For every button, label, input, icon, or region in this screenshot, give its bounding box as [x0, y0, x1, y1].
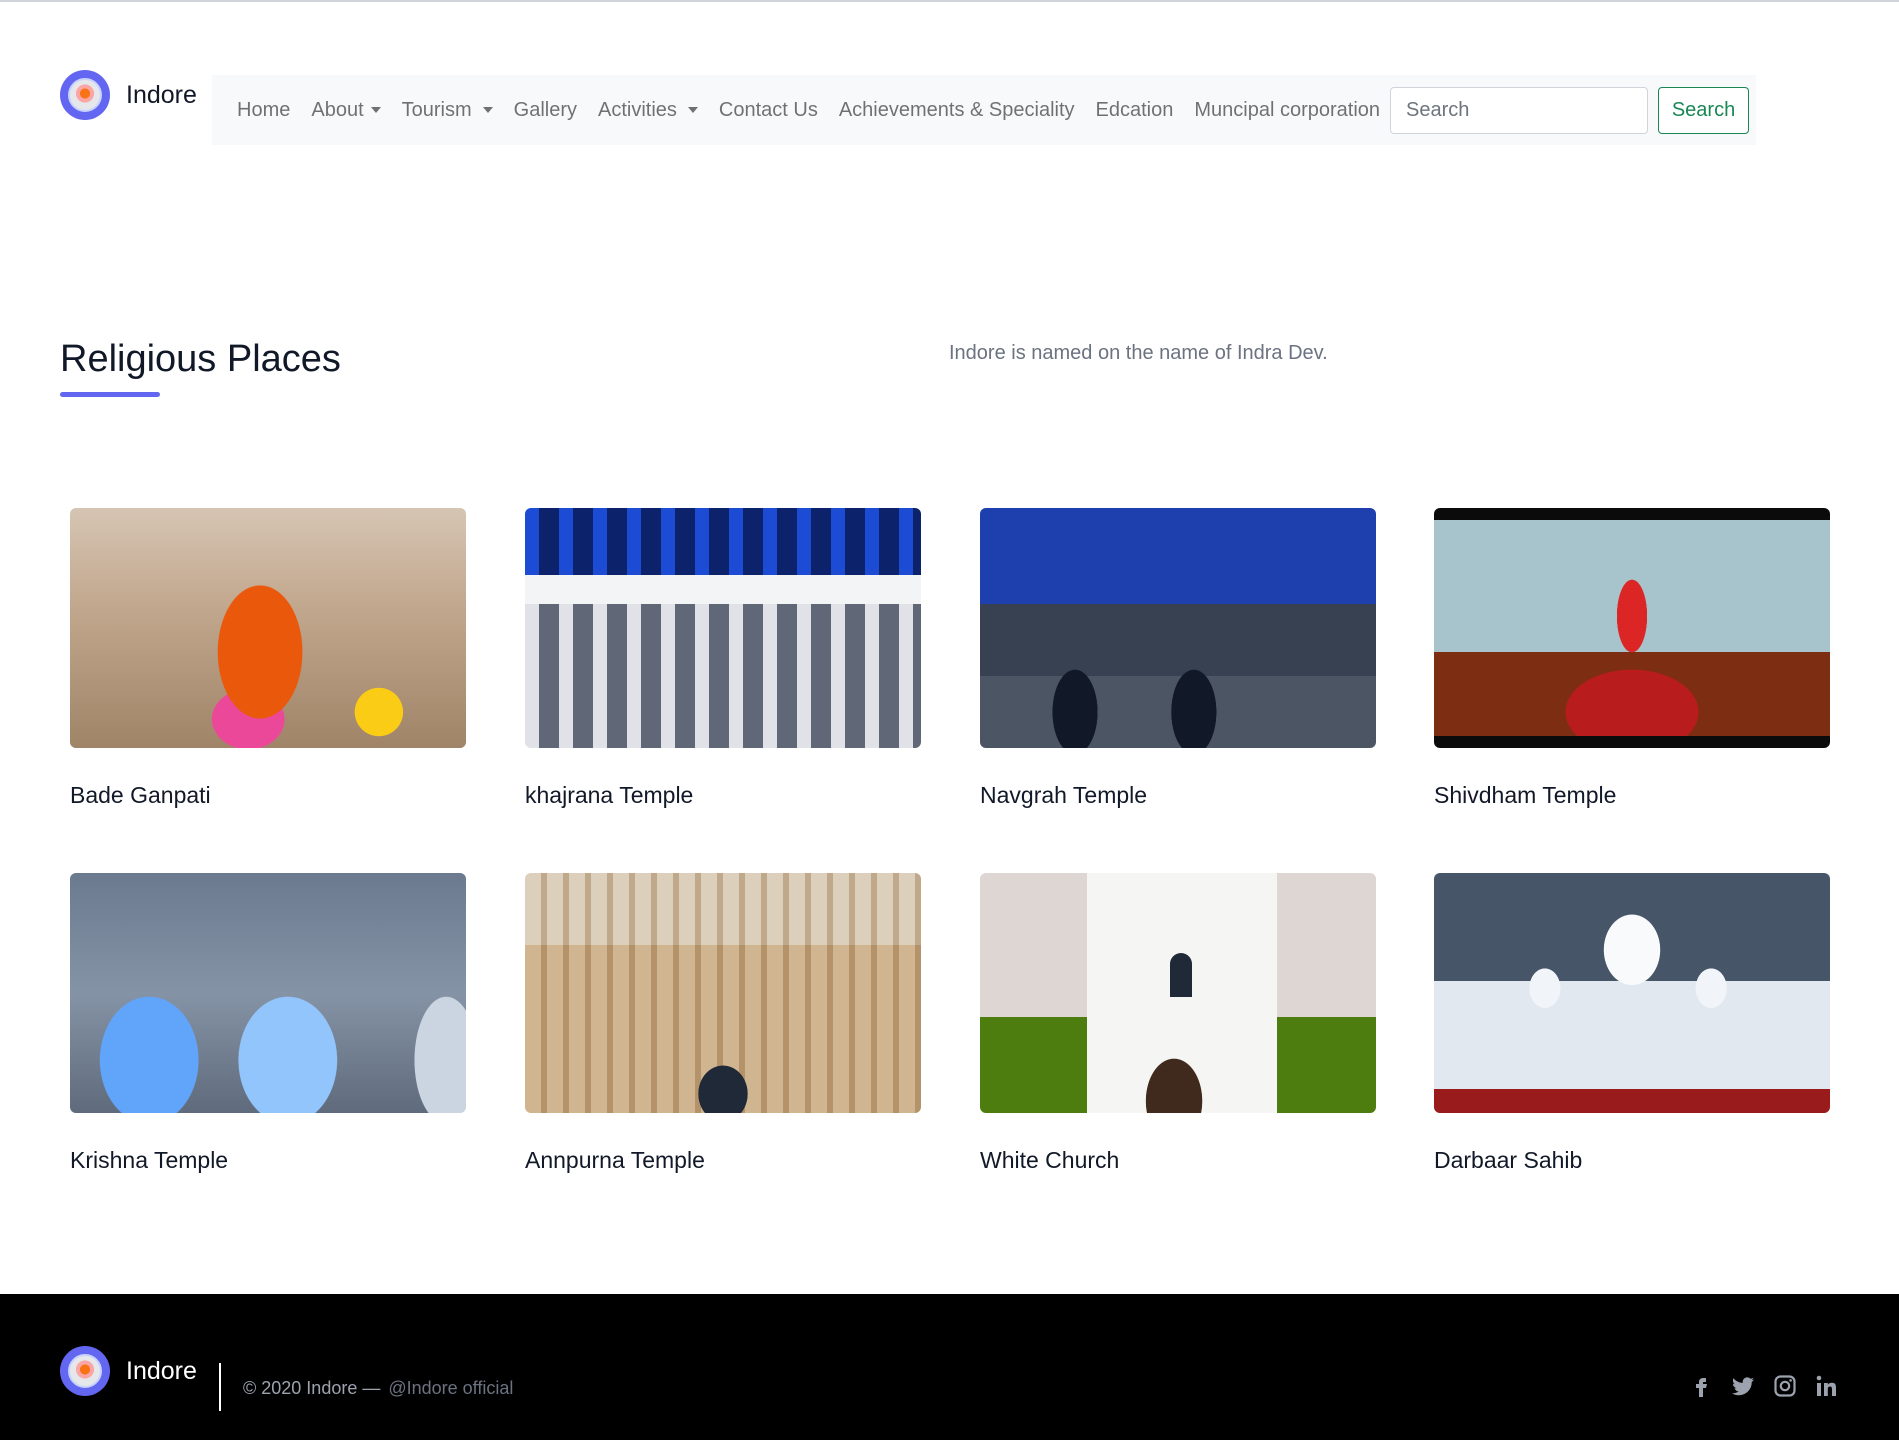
footer-divider	[219, 1363, 221, 1411]
chevron-down-icon	[370, 107, 381, 113]
place-image	[525, 873, 921, 1113]
nav-activities-label: Activities	[598, 98, 677, 121]
brand-logo-link[interactable]: Indore	[60, 70, 197, 120]
nav-tourism-label: Tourism	[401, 98, 472, 121]
copyright-text: © 2020 Indore —	[243, 1378, 381, 1398]
nav-contact-label: Contact Us	[718, 98, 818, 121]
footer: Indore © 2020 Indore — @Indore official	[0, 1294, 1899, 1440]
nav-activities-dropdown[interactable]: Activities	[598, 99, 698, 122]
nav-about-dropdown[interactable]: About	[311, 98, 381, 122]
nav-municipal-label: Muncipal corporation	[1194, 98, 1381, 121]
place-name: Darbaar Sahib	[1434, 1147, 1583, 1173]
social-links	[1671, 1374, 1839, 1398]
place-name: Krishna Temple	[70, 1147, 229, 1173]
place-card-krishna-temple[interactable]: Krishna Temple	[70, 873, 466, 1174]
nav-contact-us[interactable]: Contact Us	[719, 99, 818, 122]
place-card-annpurna-temple[interactable]: Annpurna Temple	[525, 873, 921, 1174]
place-image	[1434, 873, 1830, 1113]
nav-tourism-dropdown[interactable]: Tourism	[402, 99, 493, 122]
place-name: White Church	[980, 1147, 1120, 1173]
place-card-navgrah-temple[interactable]: Navgrah Temple	[980, 508, 1376, 809]
nav-achievements[interactable]: Achievements & Speciality	[839, 99, 1075, 122]
place-name: Navgrah Temple	[980, 782, 1148, 808]
footer-copyright: © 2020 Indore — @Indore official	[243, 1378, 513, 1399]
place-image	[70, 508, 466, 748]
nav-education-label: Edcation	[1095, 98, 1174, 121]
indore-logo-icon	[60, 1346, 110, 1396]
place-name: Shivdham Temple	[1434, 782, 1617, 808]
nav-achievements-label: Achievements & Speciality	[838, 98, 1075, 121]
nav-gallery-label: Gallery	[513, 98, 577, 121]
place-name: khajrana Temple	[525, 782, 694, 808]
page-title: Religious Places	[60, 338, 341, 380]
nav-home-label: Home	[237, 98, 291, 121]
nav-home[interactable]: Home	[237, 99, 290, 122]
nav-municipal-corporation[interactable]: Muncipal corporation	[1194, 99, 1380, 122]
place-name: Bade Ganpati	[70, 782, 211, 808]
title-underline	[60, 392, 160, 397]
place-name: Annpurna Temple	[525, 1147, 705, 1173]
facebook-icon[interactable]	[1689, 1374, 1713, 1398]
place-image	[70, 873, 466, 1113]
place-image	[525, 508, 921, 748]
nav-about-label: About	[311, 98, 364, 121]
chevron-down-icon	[482, 107, 493, 113]
instagram-icon[interactable]	[1773, 1374, 1797, 1398]
search-button[interactable]: Search	[1658, 86, 1750, 134]
place-card-bade-ganpati[interactable]: Bade Ganpati	[70, 508, 466, 809]
place-card-white-church[interactable]: White Church	[980, 873, 1376, 1174]
nav-gallery[interactable]: Gallery	[514, 99, 577, 122]
place-image	[980, 508, 1376, 748]
social-handle-link[interactable]: @Indore official	[388, 1378, 513, 1398]
church-window	[1170, 953, 1192, 997]
section-subtitle: Indore is named on the name of Indra Dev…	[949, 342, 1328, 364]
search-input[interactable]	[1390, 86, 1649, 134]
chevron-down-icon	[687, 107, 698, 113]
footer-brand-link[interactable]: Indore	[60, 1346, 197, 1396]
place-card-khajrana-temple[interactable]: khajrana Temple	[525, 508, 921, 809]
nav-education[interactable]: Edcation	[1096, 99, 1174, 122]
place-image	[1434, 508, 1830, 748]
main-navbar: Home About Tourism Gallery Activities Co…	[212, 75, 1756, 145]
linkedin-icon[interactable]	[1815, 1374, 1839, 1398]
place-card-shivdham-temple[interactable]: Shivdham Temple	[1434, 508, 1830, 809]
twitter-icon[interactable]	[1731, 1374, 1755, 1398]
place-card-darbaar-sahib[interactable]: Darbaar Sahib	[1434, 873, 1830, 1174]
place-image	[980, 873, 1376, 1113]
brand-name: Indore	[126, 80, 197, 109]
indore-logo-icon	[60, 70, 110, 120]
footer-brand-name: Indore	[126, 1356, 197, 1385]
